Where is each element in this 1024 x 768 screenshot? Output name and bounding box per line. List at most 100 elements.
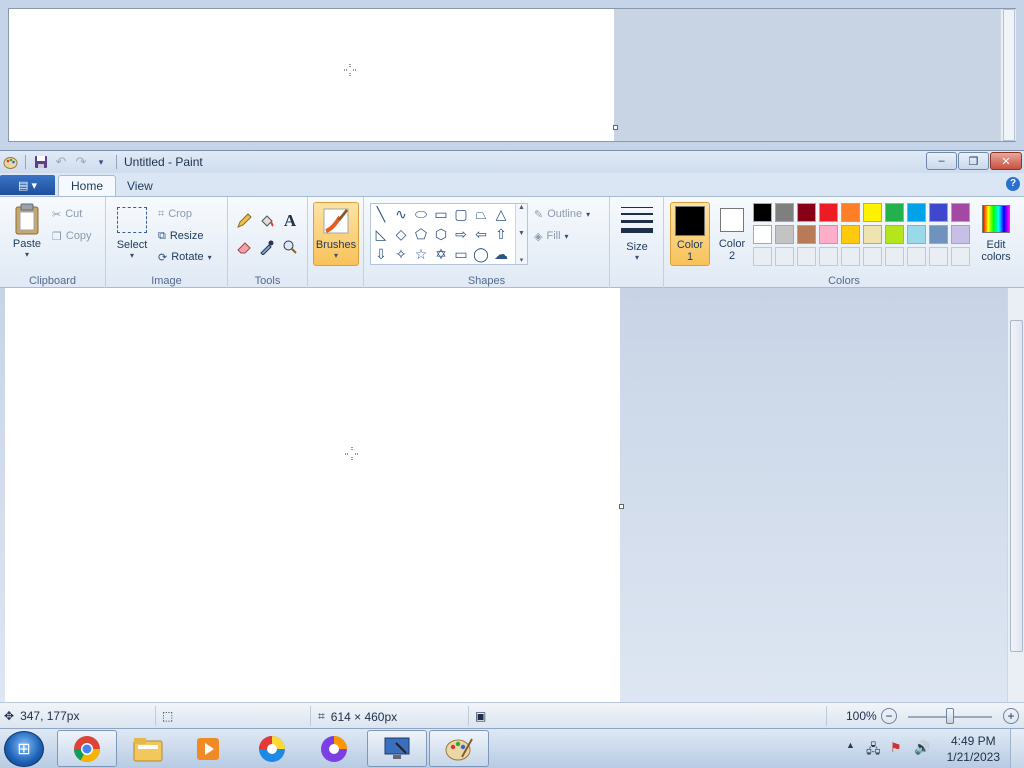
canvas-resize-handle[interactable] (619, 504, 624, 509)
action-center-icon[interactable]: ⚑ (890, 740, 902, 756)
palette-swatch[interactable] (841, 203, 860, 222)
restore-button[interactable]: ❐ (958, 152, 989, 170)
brushes-button[interactable]: Brushes ▾ (313, 202, 359, 266)
taskbar-chrome[interactable] (57, 730, 117, 767)
right-arrow-shape-icon[interactable]: ⇨ (451, 224, 471, 244)
palette-swatch-empty[interactable] (907, 247, 926, 266)
paint-menu-button[interactable]: ▤ ▾ (0, 175, 55, 195)
palette-swatch[interactable] (907, 203, 926, 222)
text-tool-icon[interactable]: A (280, 211, 300, 231)
fill-button[interactable]: ◈ Fill ▾ (534, 227, 569, 245)
five-point-star-shape-icon[interactable]: ☆ (411, 244, 431, 264)
size-button[interactable]: Size ▾ (618, 205, 656, 262)
cloud-callout-shape-icon[interactable]: ☁ (491, 244, 511, 264)
color-picker-icon[interactable] (257, 237, 277, 257)
clock[interactable]: 4:49 PM 1/21/2023 (947, 733, 1000, 765)
hexagon-shape-icon[interactable]: ⬡ (431, 224, 451, 244)
triangle-shape-icon[interactable]: △ (491, 204, 511, 224)
customize-qat-icon[interactable]: ▾ (93, 154, 109, 170)
background-scroll-thumb[interactable] (1003, 9, 1015, 141)
outline-button[interactable]: ✎ Outline ▾ (534, 205, 590, 223)
magnifier-icon[interactable] (280, 237, 300, 257)
background-scrollbar[interactable] (1000, 9, 1016, 141)
taskbar-browser-a[interactable] (242, 730, 302, 767)
start-button[interactable]: ⊞ (4, 731, 44, 767)
pentagon-shape-icon[interactable]: ⬠ (411, 224, 431, 244)
palette-swatch[interactable] (885, 225, 904, 244)
taskbar-remote-desktop[interactable] (367, 730, 427, 767)
down-arrow-shape-icon[interactable]: ⇩ (371, 244, 391, 264)
vertical-scrollbar[interactable] (1007, 288, 1024, 702)
edit-colors-button[interactable]: Edit colors (976, 205, 1016, 263)
palette-swatch[interactable] (929, 225, 948, 244)
oval-shape-icon[interactable]: ⬭ (411, 204, 431, 224)
close-button[interactable]: ✕ (990, 152, 1022, 170)
palette-swatch-empty[interactable] (863, 247, 882, 266)
paint-app-icon[interactable] (2, 154, 18, 170)
palette-swatch-empty[interactable] (841, 247, 860, 266)
save-icon[interactable] (33, 154, 49, 170)
tab-view[interactable]: View (115, 175, 165, 196)
resize-button[interactable]: ⧉ Resize (158, 227, 203, 245)
rounded-rectangle-shape-icon[interactable]: ▢ (451, 204, 471, 224)
diamond-shape-icon[interactable]: ◇ (391, 224, 411, 244)
palette-swatch[interactable] (841, 225, 860, 244)
palette-swatch-empty[interactable] (753, 247, 772, 266)
zoom-out-button[interactable]: − (881, 708, 897, 724)
undo-icon[interactable]: ↶ (53, 154, 69, 170)
paste-button[interactable]: Paste ▾ (8, 203, 46, 259)
palette-swatch[interactable] (797, 225, 816, 244)
palette-swatch[interactable] (907, 225, 926, 244)
redo-icon[interactable]: ↷ (73, 154, 89, 170)
drawing-canvas[interactable] (5, 288, 620, 702)
rounded-callout-shape-icon[interactable]: ▭ (451, 244, 471, 264)
left-arrow-shape-icon[interactable]: ⇦ (471, 224, 491, 244)
volume-icon[interactable]: 🔊 (914, 740, 930, 756)
network-icon[interactable]: 🖧 (866, 740, 881, 762)
pencil-icon[interactable] (234, 211, 254, 231)
palette-swatch[interactable] (753, 203, 772, 222)
palette-swatch[interactable] (819, 225, 838, 244)
curve-shape-icon[interactable]: ∿ (391, 204, 411, 224)
select-button[interactable]: Select ▾ (114, 203, 150, 260)
palette-swatch[interactable] (929, 203, 948, 222)
palette-swatch[interactable] (753, 225, 772, 244)
shapes-scrollbar[interactable]: ▲ ▼ ▾ (515, 204, 527, 264)
eraser-icon[interactable] (234, 237, 254, 257)
minimize-button[interactable]: ‒ (926, 152, 957, 170)
crop-button[interactable]: ⌗ Crop (158, 205, 192, 223)
show-desktop-button[interactable] (1010, 729, 1024, 768)
palette-swatch[interactable] (885, 203, 904, 222)
tab-home[interactable]: Home (58, 175, 117, 196)
vertical-scroll-thumb[interactable] (1010, 320, 1023, 652)
background-resize-handle[interactable] (613, 125, 618, 130)
taskbar-browser-b[interactable] (304, 730, 364, 767)
zoom-slider-thumb[interactable] (946, 708, 954, 724)
copy-button[interactable]: ❐ Copy (52, 227, 92, 245)
six-point-star-shape-icon[interactable]: ✡ (431, 244, 451, 264)
taskbar-explorer[interactable] (118, 730, 178, 767)
background-canvas[interactable] (9, 9, 614, 141)
tray-expand-icon[interactable]: ▲ (846, 740, 855, 750)
rectangle-shape-icon[interactable]: ▭ (431, 204, 451, 224)
palette-swatch[interactable] (775, 203, 794, 222)
cut-button[interactable]: ✂ Cut (52, 205, 82, 223)
taskbar-paint[interactable] (429, 730, 489, 767)
palette-swatch-empty[interactable] (929, 247, 948, 266)
taskbar-media-player[interactable] (178, 730, 238, 767)
palette-swatch-empty[interactable] (885, 247, 904, 266)
palette-swatch-empty[interactable] (819, 247, 838, 266)
up-arrow-shape-icon[interactable]: ⇧ (491, 224, 511, 244)
palette-swatch[interactable] (863, 203, 882, 222)
palette-swatch-empty[interactable] (797, 247, 816, 266)
color1-button[interactable]: Color 1 (670, 202, 710, 266)
palette-swatch[interactable] (775, 225, 794, 244)
palette-swatch[interactable] (951, 203, 970, 222)
palette-swatch[interactable] (863, 225, 882, 244)
four-point-star-shape-icon[interactable]: ✧ (391, 244, 411, 264)
line-shape-icon[interactable]: ╲ (371, 204, 391, 224)
palette-swatch[interactable] (797, 203, 816, 222)
polygon-shape-icon[interactable]: ⏢ (471, 204, 491, 224)
gallery-expand-icon[interactable]: ▾ (520, 256, 524, 264)
palette-swatch-empty[interactable] (775, 247, 794, 266)
